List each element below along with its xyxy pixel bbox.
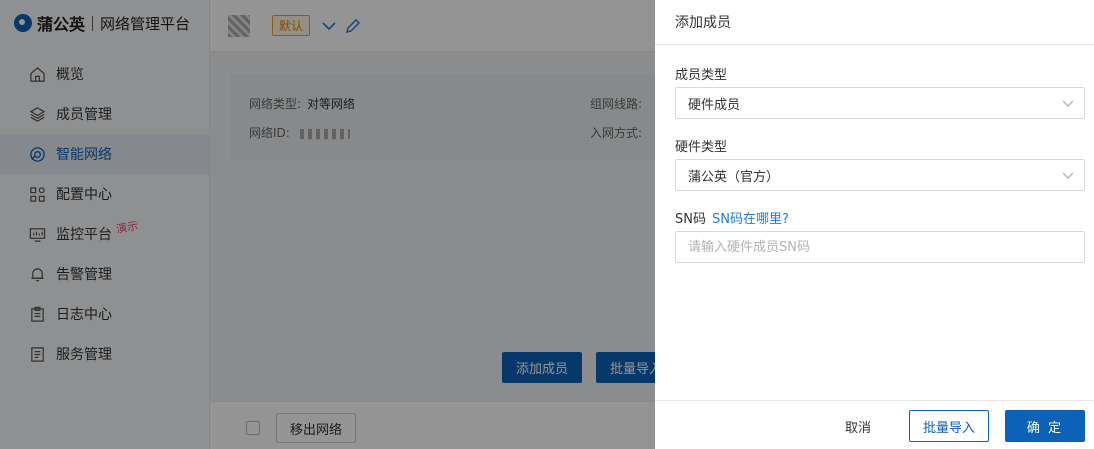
sn-label-text: SN码 <box>675 212 706 227</box>
hardware-type-value: 蒲公英（官方） <box>688 169 780 185</box>
hardware-type-label: 硬件类型 <box>675 136 727 155</box>
sn-help-link[interactable]: SN码在哪里? <box>712 212 789 227</box>
member-type-label: 成员类型 <box>675 64 727 83</box>
sn-input[interactable] <box>675 231 1085 263</box>
confirm-button[interactable]: 确 定 <box>1005 410 1085 442</box>
member-type-value: 硬件成员 <box>688 97 741 113</box>
sn-label: SN码 SN码在哪里? <box>675 208 789 227</box>
drawer-batch-import-button[interactable]: 批量导入 <box>909 410 989 442</box>
member-type-select[interactable]: 硬件成员 <box>675 87 1085 119</box>
add-member-drawer: 添加成员 成员类型 硬件成员 硬件类型 蒲公英（官方） SN码 SN码在哪里? 取… <box>655 0 1094 449</box>
member-type-label-text: 成员类型 <box>675 68 728 83</box>
hardware-type-label-text: 硬件类型 <box>675 140 728 155</box>
chevron-down-icon <box>1062 172 1074 179</box>
drawer-title: 添加成员 <box>655 0 1094 45</box>
drawer-footer: 取消 批量导入 确 定 <box>655 400 1094 449</box>
hardware-type-select[interactable]: 蒲公英（官方） <box>675 159 1085 191</box>
cancel-button[interactable]: 取消 <box>833 411 883 441</box>
modal-overlay[interactable] <box>0 0 655 449</box>
chevron-down-icon <box>1062 100 1074 107</box>
